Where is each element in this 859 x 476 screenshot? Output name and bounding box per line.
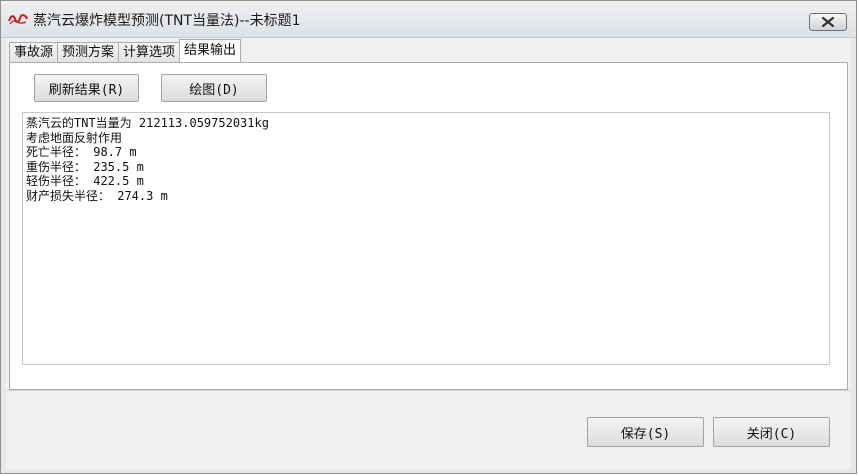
window-title: 蒸汽云爆炸模型预测(TNT当量法)--未标题1 — [33, 13, 301, 29]
result-line: 蒸汽云的TNT当量为 212113.059752031kg — [26, 116, 269, 130]
close-window-button[interactable] — [809, 13, 847, 31]
tab-accident-source[interactable]: 事故源 — [9, 42, 59, 62]
dialog-client-area: 事故源 预测方案 计算选项 结果输出 刷新结果(R) 绘图(D) 蒸汽云的TNT… — [6, 38, 851, 469]
save-button[interactable]: 保存(S) — [587, 417, 704, 447]
result-line: 财产损失半径： 274.3 m — [26, 188, 168, 203]
app-logo-icon — [8, 14, 28, 25]
result-line: 死亡半径： 98.7 m — [26, 145, 137, 159]
results-textarea[interactable]: 蒸汽云的TNT当量为 212113.059752031kg 考虑地面反射作用 死… — [22, 112, 830, 365]
tab-calculation-options[interactable]: 计算选项 — [118, 42, 181, 62]
tab-prediction-scheme[interactable]: 预测方案 — [57, 42, 120, 62]
close-icon — [822, 17, 834, 27]
result-output-panel: 刷新结果(R) 绘图(D) 蒸汽云的TNT当量为 212113.05975203… — [9, 62, 848, 390]
close-button[interactable]: 关闭(C) — [713, 417, 830, 447]
title-bar[interactable]: 蒸汽云爆炸模型预测(TNT当量法)--未标题1 — [1, 1, 856, 38]
result-line: 考虑地面反射作用 — [26, 130, 123, 145]
result-line: 重伤半径： 235.5 m — [26, 159, 144, 174]
tab-strip: 事故源 预测方案 计算选项 结果输出 — [9, 39, 242, 62]
footer-divider — [6, 390, 851, 391]
tab-result-output[interactable]: 结果输出 — [179, 39, 242, 62]
plot-button[interactable]: 绘图(D) — [161, 74, 267, 102]
refresh-results-button[interactable]: 刷新结果(R) — [34, 74, 139, 102]
dialog-window: 蒸汽云爆炸模型预测(TNT当量法)--未标题1 事故源 预测方案 计算选项 结果… — [0, 0, 857, 474]
result-line: 轻伤半径： 422.5 m — [26, 174, 144, 188]
